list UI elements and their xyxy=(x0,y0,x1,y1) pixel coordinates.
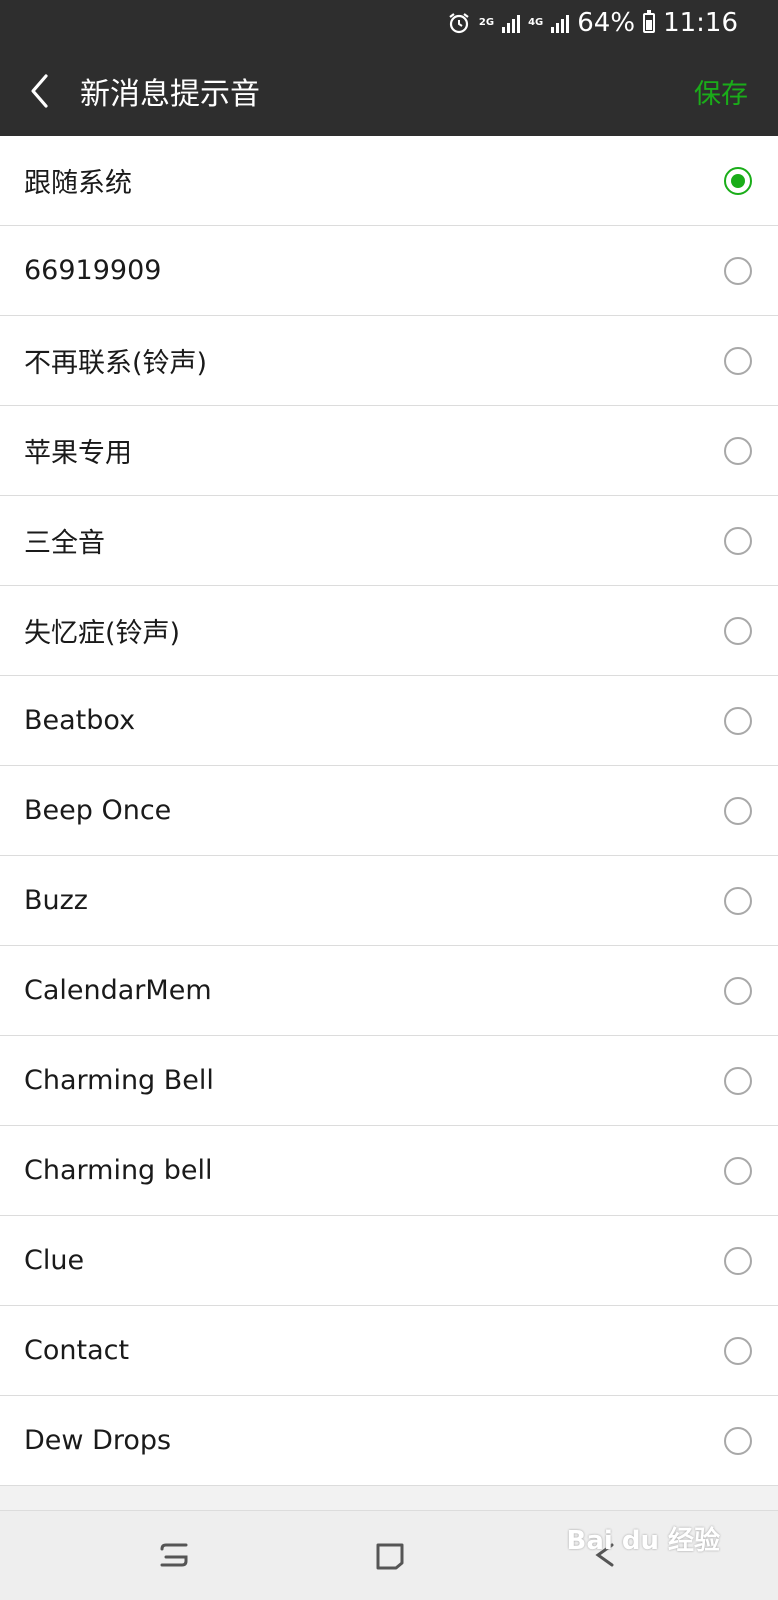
list-item[interactable]: Clue xyxy=(0,1216,778,1306)
radio-unchecked-icon[interactable] xyxy=(724,436,752,465)
list-item[interactable]: Beatbox xyxy=(0,676,778,766)
radio-unchecked-icon[interactable] xyxy=(724,796,752,825)
clock: 11:16 xyxy=(663,8,738,38)
radio-unchecked-icon[interactable] xyxy=(724,616,752,645)
network-2g-label: 2G xyxy=(478,17,495,28)
list-item[interactable]: Beep Once xyxy=(0,766,778,856)
ringtone-list: 跟随系统 66919909 不再联系(铃声) 苹果专用 三全音 失忆症(铃声) … xyxy=(0,136,778,1486)
list-item-label: 苹果专用 xyxy=(24,438,132,469)
list-item-label: Dew Drops xyxy=(24,1425,172,1456)
home-square-icon xyxy=(376,1543,404,1570)
list-item-label: Beep Once xyxy=(24,795,172,826)
list-item-label: 不再联系(铃声) xyxy=(24,348,208,379)
radio-unchecked-icon[interactable] xyxy=(724,1156,752,1185)
radio-unchecked-icon[interactable] xyxy=(724,346,752,375)
app-header: 新消息提示音 保存 xyxy=(0,46,778,136)
list-item[interactable]: Dew Drops xyxy=(0,1396,778,1486)
list-item[interactable]: 不再联系(铃声) xyxy=(0,316,778,406)
battery-icon xyxy=(643,10,656,33)
list-item-label: 66919909 xyxy=(24,255,162,286)
list-item[interactable]: 跟随系统 xyxy=(0,136,778,226)
radio-unchecked-icon[interactable] xyxy=(724,1066,752,1095)
list-item[interactable]: Charming Bell xyxy=(0,1036,778,1126)
list-item[interactable]: CalendarMem xyxy=(0,946,778,1036)
list-item[interactable]: Charming bell xyxy=(0,1126,778,1216)
list-item[interactable]: 66919909 xyxy=(0,226,778,316)
page-title: 新消息提示音 xyxy=(80,77,260,112)
radio-checked-icon[interactable] xyxy=(724,166,752,195)
baidu-jingyan-watermark: Bai du 经验 xyxy=(566,1526,721,1556)
radio-unchecked-icon[interactable] xyxy=(724,256,752,285)
radio-unchecked-icon[interactable] xyxy=(724,526,752,555)
recent-apps-icon xyxy=(160,1543,188,1567)
chevron-left-icon xyxy=(31,74,48,108)
radio-unchecked-icon[interactable] xyxy=(724,886,752,915)
alarm-icon xyxy=(447,11,471,35)
list-item[interactable]: 苹果专用 xyxy=(0,406,778,496)
radio-unchecked-icon[interactable] xyxy=(724,706,752,735)
list-item-label: Beatbox xyxy=(24,705,136,736)
list-item[interactable]: 失忆症(铃声) xyxy=(0,586,778,676)
radio-unchecked-icon[interactable] xyxy=(724,1426,752,1455)
list-item-label: Charming Bell xyxy=(24,1065,214,1096)
list-item-label: 失忆症(铃声) xyxy=(24,618,181,649)
list-item-label: Contact xyxy=(24,1335,130,1366)
radio-unchecked-icon[interactable] xyxy=(724,1336,752,1365)
status-bar: 2G 4G 64% 11:16 xyxy=(0,0,778,46)
radio-unchecked-icon[interactable] xyxy=(724,1246,752,1275)
list-item-label: Clue xyxy=(24,1245,85,1276)
home-button[interactable] xyxy=(368,1533,412,1577)
list-item-label: Charming bell xyxy=(24,1155,213,1186)
signal-2g-icon xyxy=(502,13,521,33)
recent-apps-button[interactable] xyxy=(152,1533,196,1577)
list-item-label: 三全音 xyxy=(24,528,105,559)
list-item-label: CalendarMem xyxy=(24,975,212,1006)
network-4g-label: 4G xyxy=(528,17,544,28)
save-button[interactable]: 保存 xyxy=(694,46,748,136)
back-button[interactable] xyxy=(4,46,74,136)
list-item[interactable]: Buzz xyxy=(0,856,778,946)
battery-percent: 64% xyxy=(577,8,636,38)
list-item-label: 跟随系统 xyxy=(24,168,132,199)
list-item[interactable]: 三全音 xyxy=(0,496,778,586)
radio-unchecked-icon[interactable] xyxy=(724,976,752,1005)
signal-4g-icon xyxy=(551,13,570,33)
list-item-label: Buzz xyxy=(24,885,88,916)
list-item[interactable]: Contact xyxy=(0,1306,778,1396)
